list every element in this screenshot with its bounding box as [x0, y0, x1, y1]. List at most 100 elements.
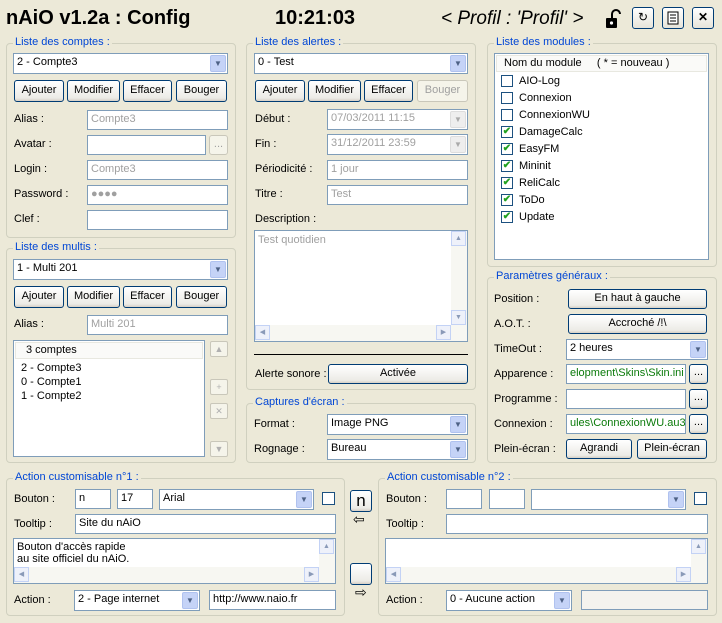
- module-item[interactable]: ✔ DamageCalc: [495, 124, 708, 141]
- action2-checkbox[interactable]: [694, 492, 707, 505]
- alerte-bouger-button[interactable]: Bouger: [417, 80, 468, 102]
- module-checkbox[interactable]: [501, 92, 513, 105]
- action2-bouton-text-input[interactable]: [446, 489, 482, 509]
- programme-browse-button[interactable]: ...: [689, 389, 708, 409]
- scroll-up-icon[interactable]: ▲: [691, 539, 706, 554]
- avatar-browse-button[interactable]: ...: [209, 135, 228, 155]
- module-item[interactable]: Connexion: [495, 90, 708, 107]
- move-down-icon[interactable]: ▼: [210, 441, 228, 457]
- rognage-select[interactable]: Bureau ▼: [327, 439, 468, 460]
- list-item[interactable]: 0 - Compte1: [21, 375, 204, 389]
- action1-tooltip-input[interactable]: Site du nAiO: [75, 514, 336, 534]
- scroll-down-icon[interactable]: ▼: [451, 310, 466, 325]
- module-item[interactable]: ✔ Update: [495, 209, 708, 226]
- programme-input[interactable]: [566, 389, 686, 409]
- scroll-up-icon[interactable]: ▲: [319, 539, 334, 554]
- alerte-sonore-button[interactable]: Activée: [328, 364, 468, 384]
- titre-input[interactable]: Test: [327, 185, 468, 205]
- vertical-scrollbar[interactable]: ▲: [319, 539, 335, 583]
- module-checkbox[interactable]: ✔: [501, 160, 513, 173]
- module-checkbox[interactable]: ✔: [501, 126, 513, 139]
- module-item[interactable]: ✔ ReliCalc: [495, 175, 708, 192]
- alias-input[interactable]: Compte3: [87, 110, 228, 130]
- action2-font-select[interactable]: ▼: [531, 489, 686, 510]
- horizontal-scrollbar[interactable]: ◀ ▶: [14, 567, 319, 583]
- module-checkbox[interactable]: [501, 109, 513, 122]
- compte-modifier-button[interactable]: Modifier: [67, 80, 120, 102]
- action2-description-textarea[interactable]: ▲ ◀ ▶: [385, 538, 708, 584]
- multi-accounts-list[interactable]: 3 comptes 2 - Compte3 0 - Compte1 1 - Co…: [13, 340, 205, 457]
- format-select[interactable]: Image PNG ▼: [327, 414, 468, 435]
- vertical-scrollbar[interactable]: ▲ ▼: [451, 231, 467, 341]
- custom-action-1-button[interactable]: n: [350, 490, 372, 512]
- close-icon[interactable]: ✕: [692, 7, 714, 29]
- document-icon[interactable]: [662, 7, 684, 29]
- fin-picker[interactable]: 31/12/2011 23:59 ▼: [327, 134, 468, 155]
- module-item[interactable]: ConnexionWU: [495, 107, 708, 124]
- position-button[interactable]: En haut à gauche: [568, 289, 707, 309]
- scroll-up-icon[interactable]: ▲: [451, 231, 466, 246]
- move-up-icon[interactable]: ▲: [210, 341, 228, 357]
- action1-checkbox[interactable]: [322, 492, 335, 505]
- modules-list[interactable]: Nom du module ( * = nouveau ) AIO-Log Con…: [494, 53, 709, 260]
- refresh-icon[interactable]: ↻: [632, 7, 654, 29]
- vertical-scrollbar[interactable]: ▲: [691, 539, 707, 583]
- module-checkbox[interactable]: ✔: [501, 143, 513, 156]
- multi-modifier-button[interactable]: Modifier: [67, 286, 120, 308]
- compte-effacer-button[interactable]: Effacer: [123, 80, 172, 102]
- action2-action-select[interactable]: 0 - Aucune action ▼: [446, 590, 572, 611]
- module-checkbox[interactable]: ✔: [501, 194, 513, 207]
- agrandi-button[interactable]: Agrandi: [566, 439, 632, 459]
- multi-alias-input[interactable]: Multi 201: [87, 315, 228, 335]
- action2-url-input[interactable]: [581, 590, 708, 610]
- unlock-icon[interactable]: [603, 8, 625, 30]
- action1-font-size-input[interactable]: 17: [117, 489, 153, 509]
- timeout-select[interactable]: 2 heures ▼: [566, 339, 708, 360]
- action2-font-size-input[interactable]: [489, 489, 525, 509]
- module-item[interactable]: AIO-Log: [495, 73, 708, 90]
- horizontal-scrollbar[interactable]: ◀ ▶: [386, 567, 691, 583]
- clef-input[interactable]: [87, 210, 228, 230]
- action2-tooltip-input[interactable]: [446, 514, 708, 534]
- profile-label[interactable]: < Profil : 'Profil' >: [441, 8, 583, 30]
- action1-bouton-text-input[interactable]: n: [75, 489, 111, 509]
- plein-ecran-button[interactable]: Plein-écran: [637, 439, 707, 459]
- login-input[interactable]: Compte3: [87, 160, 228, 180]
- compte-ajouter-button[interactable]: Ajouter: [14, 80, 64, 102]
- module-item[interactable]: ✔ EasyFM: [495, 141, 708, 158]
- compte-select[interactable]: 2 - Compte3 ▼: [13, 53, 228, 74]
- scroll-left-icon[interactable]: ◀: [14, 567, 29, 582]
- scroll-right-icon[interactable]: ▶: [436, 325, 451, 340]
- apparence-input[interactable]: elopment\Skins\Skin.ini: [566, 364, 686, 384]
- alerte-select[interactable]: 0 - Test ▼: [254, 53, 468, 74]
- list-item[interactable]: 2 - Compte3: [21, 361, 204, 375]
- alerte-effacer-button[interactable]: Effacer: [364, 80, 413, 102]
- periodicite-input[interactable]: 1 jour: [327, 160, 468, 180]
- alerte-ajouter-button[interactable]: Ajouter: [255, 80, 305, 102]
- module-item[interactable]: ✔ ToDo: [495, 192, 708, 209]
- scroll-right-icon[interactable]: ▶: [676, 567, 691, 582]
- module-item[interactable]: ✔ Mininit: [495, 158, 708, 175]
- multi-bouger-button[interactable]: Bouger: [176, 286, 227, 308]
- action1-url-input[interactable]: http://www.naio.fr: [209, 590, 336, 610]
- module-checkbox[interactable]: [501, 75, 513, 88]
- compte-bouger-button[interactable]: Bouger: [176, 80, 227, 102]
- alerte-modifier-button[interactable]: Modifier: [308, 80, 361, 102]
- scroll-right-icon[interactable]: ▶: [304, 567, 319, 582]
- password-input[interactable]: ●●●●: [87, 185, 228, 205]
- module-checkbox[interactable]: ✔: [501, 177, 513, 190]
- multi-ajouter-button[interactable]: Ajouter: [14, 286, 64, 308]
- action1-font-select[interactable]: Arial ▼: [159, 489, 314, 510]
- aot-button[interactable]: Accroché /!\: [568, 314, 707, 334]
- list-item[interactable]: 1 - Compte2: [21, 389, 204, 403]
- custom-action-2-button[interactable]: [350, 563, 372, 585]
- scroll-left-icon[interactable]: ◀: [386, 567, 401, 582]
- remove-icon[interactable]: ✕: [210, 403, 228, 419]
- description-textarea[interactable]: Test quotidien ▲ ▼ ◀ ▶: [254, 230, 468, 342]
- avatar-input[interactable]: [87, 135, 206, 155]
- module-checkbox[interactable]: ✔: [501, 211, 513, 224]
- apparence-browse-button[interactable]: ...: [689, 364, 708, 384]
- scroll-left-icon[interactable]: ◀: [255, 325, 270, 340]
- action1-description-textarea[interactable]: Bouton d'accès rapide au site officiel d…: [13, 538, 336, 584]
- connexion-input[interactable]: ules\ConnexionWU.au3: [566, 414, 686, 434]
